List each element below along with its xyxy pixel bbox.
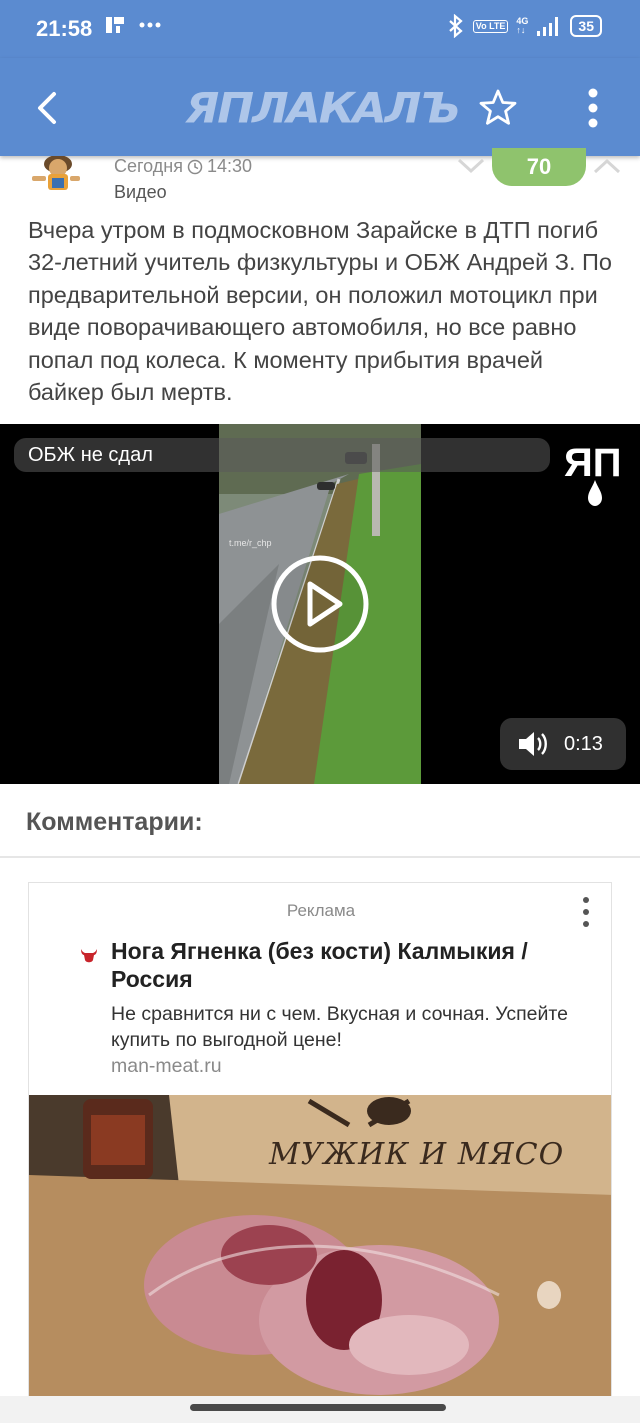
volume-icon[interactable] (516, 729, 550, 759)
post-time: 14:30 (207, 156, 253, 176)
video-duration: 0:13 (564, 732, 603, 755)
bluetooth-icon (448, 14, 463, 38)
ad-domain[interactable]: man-meat.ru (111, 1055, 222, 1078)
ad-label: Реклама (286, 901, 356, 920)
post-text: Вчера утром в подмосковном Зарайске в ДТ… (28, 217, 612, 406)
volte-indicator: Vo LTE (472, 19, 509, 33)
ad-image[interactable]: МУЖИК И МЯСО (29, 1095, 611, 1401)
video-title: ОБЖ не сдал (14, 438, 550, 472)
bull-favicon-icon (81, 949, 97, 963)
post-category[interactable]: Видео (114, 182, 167, 203)
app-logo-text: ЯПЛАКАЛЪ (185, 83, 460, 133)
status-system-icons: Vo LTE 4G ↑↓ 35 (447, 14, 602, 38)
video-player[interactable]: t.me/r_chp ОБЖ не сдал ЯП 0:13 (0, 424, 640, 784)
ad-block[interactable]: Реклама Нога Ягненка (без кости) Калмыки… (28, 882, 612, 1402)
app-notification-icon (106, 17, 124, 33)
back-arrow-icon[interactable] (28, 88, 68, 128)
more-notifications-icon (139, 22, 161, 28)
ad-description: Не сравнится ни с чем. Вкусная и сочная.… (111, 1003, 568, 1051)
video-controls: 0:13 (500, 718, 626, 770)
post-header: Сегодня 14:30 Видео 70 (0, 148, 640, 206)
status-notification-icons (104, 14, 162, 36)
rating-badge: 70 (492, 148, 586, 186)
avatar[interactable] (28, 156, 84, 196)
chevron-down-icon[interactable] (456, 156, 486, 176)
ad-brand: МУЖИК И МЯСО (269, 1137, 565, 1172)
app-bar: ЯПЛАКАЛЪ (0, 58, 640, 156)
yap-logo-icon: ЯП (564, 441, 622, 506)
battery-icon: 35 (570, 15, 602, 37)
post-date: Сегодня 14:30 (114, 156, 252, 177)
video-watermark: t.me/r_chp (229, 538, 272, 548)
home-gesture-handle[interactable] (190, 1404, 446, 1411)
signal-icon (537, 17, 559, 36)
chevron-up-icon[interactable] (592, 156, 622, 176)
app-logo[interactable]: ЯПЛАКАЛЪ (185, 80, 460, 136)
ad-more-vert-icon[interactable] (579, 895, 593, 929)
post-date-label: Сегодня (114, 156, 183, 176)
ad-title[interactable]: Нога Ягненка (без кости) Калмыкия / Росс… (111, 937, 581, 993)
star-icon[interactable] (478, 88, 518, 128)
play-icon[interactable] (270, 554, 370, 654)
divider (0, 856, 640, 858)
status-time: 21:58 (36, 16, 93, 41)
network-type: 4G ↑↓ (516, 16, 529, 35)
more-vert-icon[interactable] (578, 86, 608, 130)
clock-icon (187, 159, 203, 174)
status-bar: 21:58 Vo LTE 4G ↑↓ 35 (0, 0, 640, 58)
comments-title: Комментарии: (26, 808, 203, 836)
yap-logo-text: ЯП (564, 441, 622, 485)
